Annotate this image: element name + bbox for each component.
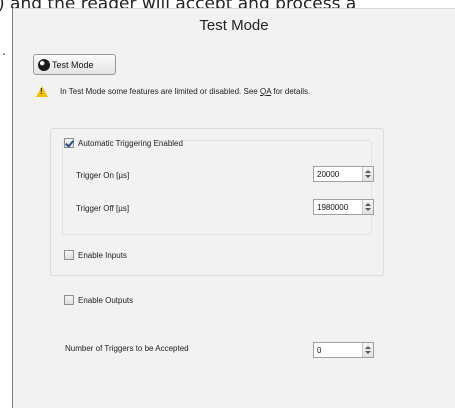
checkbox-icon (64, 295, 74, 305)
warning-icon (36, 86, 48, 97)
trigger-off-arrows[interactable] (362, 200, 373, 214)
trigger-off-value[interactable]: 1980000 (314, 200, 362, 214)
panel-title: Test Mode (199, 17, 269, 34)
triggers-accepted-stepper[interactable]: 0 (313, 342, 374, 358)
spin-up-icon[interactable] (365, 346, 371, 349)
trigger-off-label: Trigger Off [µs] (76, 204, 130, 213)
spin-down-icon[interactable] (365, 351, 371, 354)
enable-outputs-label: Enable Outputs (78, 295, 134, 305)
spin-up-icon[interactable] (365, 203, 371, 206)
trigger-on-stepper[interactable]: 20000 (313, 166, 374, 182)
background-document-bullet: . (2, 44, 6, 58)
triggers-accepted-label: Number of Triggers to be Accepted (65, 344, 189, 353)
trigger-on-value[interactable]: 20000 (314, 167, 362, 181)
trigger-settings-group (62, 140, 372, 235)
triggers-accepted-value[interactable]: 0 (314, 343, 362, 357)
triggers-accepted-arrows[interactable] (362, 343, 373, 357)
warning-message: In Test Mode some features are limited o… (36, 86, 310, 97)
automatic-triggering-checkbox[interactable]: Automatic Triggering Enabled (64, 138, 183, 148)
test-mode-button[interactable]: Test Mode (33, 54, 116, 75)
panel-left-border (12, 8, 13, 408)
automatic-triggering-label: Automatic Triggering Enabled (78, 138, 183, 148)
spin-down-icon[interactable] (365, 208, 371, 211)
spin-down-icon[interactable] (365, 175, 371, 178)
qa-link[interactable]: QA (260, 87, 271, 96)
trigger-off-stepper[interactable]: 1980000 (313, 199, 374, 215)
test-mode-button-label: Test Mode (52, 59, 94, 70)
warning-text: In Test Mode some features are limited o… (60, 87, 311, 96)
enable-inputs-checkbox[interactable]: Enable Inputs (64, 250, 127, 260)
checkbox-icon (64, 250, 74, 260)
test-mode-icon (38, 58, 50, 71)
trigger-on-arrows[interactable] (362, 167, 373, 181)
trigger-on-label: Trigger On [µs] (76, 171, 130, 180)
spin-up-icon[interactable] (365, 170, 371, 173)
enable-outputs-checkbox[interactable]: Enable Outputs (64, 295, 133, 305)
enable-inputs-label: Enable Inputs (78, 250, 127, 260)
checkbox-checked-icon (64, 138, 74, 148)
